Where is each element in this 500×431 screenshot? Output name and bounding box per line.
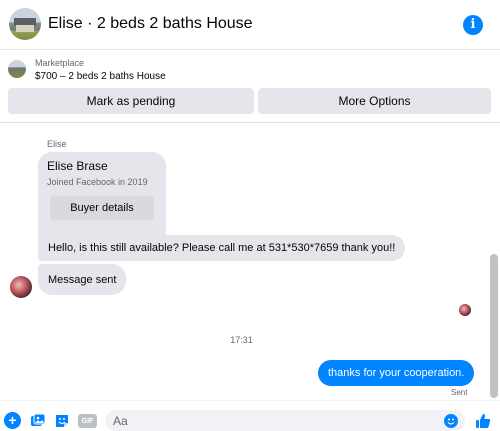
message-input[interactable] (105, 410, 425, 431)
message-bubble[interactable]: Message sent (38, 264, 127, 295)
scrollbar-thumb[interactable] (490, 254, 498, 398)
house-wall-shape (16, 25, 34, 32)
emoji-icon[interactable] (444, 414, 458, 428)
plus-icon[interactable]: + (4, 412, 21, 429)
buyer-details-button[interactable]: Buyer details (50, 196, 154, 220)
conversation-title[interactable]: Elise · 2 beds 2 baths House (48, 15, 253, 33)
buyer-name[interactable]: Elise Brase (47, 159, 108, 173)
outgoing-message-bubble[interactable]: thanks for your cooperation. (318, 360, 475, 386)
photo-icon[interactable] (29, 412, 46, 429)
buyer-joined: Joined Facebook in 2019 (47, 177, 148, 187)
gif-icon[interactable]: GIF (78, 414, 97, 428)
seen-indicator-avatar (459, 304, 471, 316)
mark-as-pending-button[interactable]: Mark as pending (8, 88, 254, 114)
marketplace-label: Marketplace (35, 58, 85, 68)
message-bubble[interactable]: Hello, is this still available? Please c… (38, 235, 406, 261)
info-icon[interactable]: i (463, 15, 483, 35)
sender-label: Elise (47, 139, 67, 149)
marketplace-card: Marketplace $700 – 2 beds 2 baths House … (0, 50, 500, 123)
more-options-button[interactable]: More Options (258, 88, 491, 114)
sticker-icon[interactable] (53, 412, 70, 429)
message-composer: + GIF (0, 400, 500, 431)
conversation-header: Elise · 2 beds 2 baths House i (0, 0, 500, 50)
sent-status: Sent (451, 388, 468, 397)
listing-price-title[interactable]: $700 – 2 beds 2 baths House (35, 71, 166, 82)
thumbs-up-icon[interactable] (474, 412, 491, 429)
listing-thumbnail[interactable] (8, 60, 26, 78)
message-timestamp: 17:31 (230, 335, 253, 345)
listing-avatar[interactable] (9, 8, 41, 40)
sender-avatar[interactable] (10, 276, 32, 298)
message-list[interactable]: Elise Elise Brase Joined Facebook in 201… (0, 124, 500, 400)
message-input-box[interactable] (105, 410, 465, 431)
